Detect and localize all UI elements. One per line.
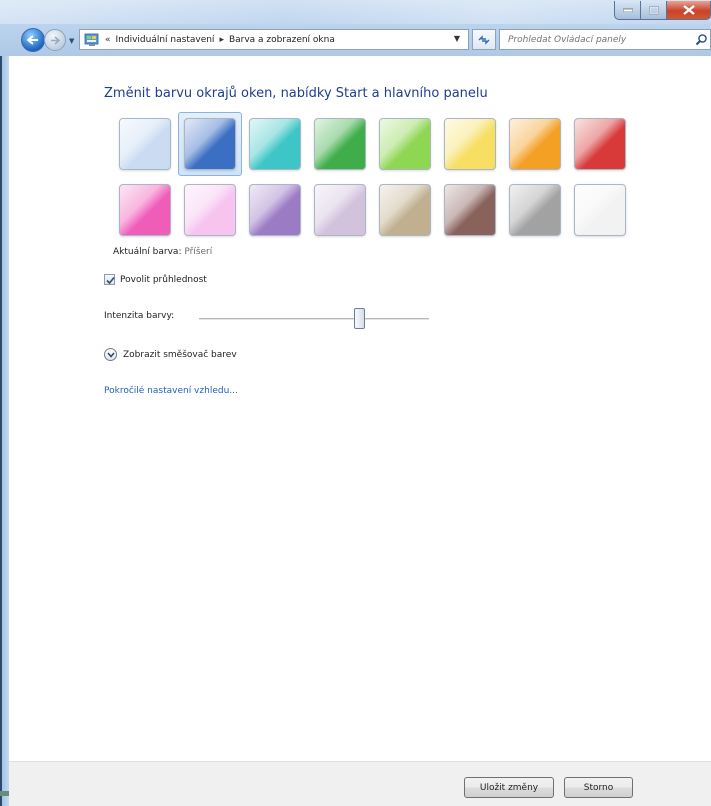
maximize-icon — [648, 5, 659, 15]
intensity-label: Intenzita barvy: — [104, 311, 175, 321]
intensity-slider-thumb[interactable] — [354, 308, 365, 329]
color-swatch-twilight[interactable] — [184, 118, 236, 170]
window-left-border — [0, 56, 9, 806]
minimize-icon — [622, 8, 633, 12]
color-swatch-sea[interactable] — [249, 118, 301, 170]
chevron-down-icon[interactable] — [104, 348, 117, 361]
search-icon[interactable] — [695, 33, 708, 49]
button-bar: Uložit změny Storno — [9, 761, 711, 806]
color-swatch-ruby[interactable] — [574, 118, 626, 170]
save-changes-button[interactable]: Uložit změny — [464, 777, 554, 798]
color-swatch-taupe[interactable] — [379, 184, 431, 236]
current-color-value: Příšerí — [184, 247, 213, 257]
navigation-bar: ▼ « Individuální nastavení ▸ Barva a zob… — [9, 25, 711, 55]
color-mixer-toggle[interactable]: Zobrazit směšovač barev — [104, 348, 237, 361]
color-swatch-blush[interactable] — [184, 184, 236, 236]
forward-button[interactable] — [44, 29, 66, 51]
current-color: Aktuální barva: Příšerí — [113, 247, 212, 257]
back-button[interactable] — [21, 28, 45, 52]
control-panel-icon — [84, 33, 100, 47]
arrow-right-icon — [51, 35, 60, 45]
maximize-button[interactable] — [641, 1, 667, 20]
transparency-label: Povolit průhlednost — [120, 274, 207, 285]
color-swatch-chocolate[interactable] — [444, 184, 496, 236]
title-bar: ▼ « Individuální nastavení ▸ Barva a zob… — [0, 0, 711, 56]
cancel-button[interactable]: Storno — [564, 777, 633, 798]
recent-pages-dropdown[interactable]: ▼ — [69, 37, 74, 45]
address-bar[interactable]: « Individuální nastavení ▸ Barva a zobra… — [79, 29, 469, 50]
transparency-checkbox[interactable] — [104, 274, 115, 285]
search-box[interactable] — [499, 29, 711, 50]
page-title: Změnit barvu okrajů oken, nabídky Start … — [104, 86, 488, 101]
checkmark-icon — [106, 276, 115, 285]
color-swatch-fuchsia[interactable] — [119, 184, 171, 236]
arrow-left-icon — [27, 35, 38, 45]
close-button[interactable] — [667, 1, 711, 20]
color-swatch-pumpkin[interactable] — [509, 118, 561, 170]
address-dropdown-icon[interactable]: ▼ — [454, 34, 460, 43]
color-swatch-violet[interactable] — [249, 184, 301, 236]
transparency-option[interactable]: Povolit průhlednost — [104, 274, 207, 285]
minimize-button[interactable] — [614, 1, 641, 20]
intensity-slider[interactable] — [199, 318, 429, 320]
color-swatch-frost[interactable] — [574, 184, 626, 236]
breadcrumb-window-color[interactable]: Barva a zobrazení okna — [229, 35, 335, 45]
window: ▼ « Individuální nastavení ▸ Barva a zob… — [0, 0, 711, 806]
breadcrumb-overflow[interactable]: « — [105, 35, 111, 45]
breadcrumb-personalization[interactable]: Individuální nastavení — [116, 35, 215, 45]
color-swatch-slate[interactable] — [509, 184, 561, 236]
refresh-button[interactable] — [472, 29, 496, 50]
color-swatch-lemon[interactable] — [444, 118, 496, 170]
color-swatch-lavender[interactable] — [314, 184, 366, 236]
color-swatch-lime[interactable] — [379, 118, 431, 170]
refresh-icon — [478, 34, 490, 45]
content-area: Změnit barvu okrajů oken, nabídky Start … — [9, 56, 711, 761]
close-icon — [682, 5, 695, 15]
color-swatch-leaf[interactable] — [314, 118, 366, 170]
caption-buttons — [614, 1, 711, 21]
advanced-appearance-link[interactable]: Pokročilé nastavení vzhledu... — [104, 386, 238, 396]
current-color-label: Aktuální barva: — [113, 247, 182, 257]
color-swatch-sky[interactable] — [119, 118, 171, 170]
breadcrumb-separator[interactable]: ▸ — [219, 35, 224, 45]
color-mixer-label: Zobrazit směšovač barev — [123, 349, 237, 360]
search-input[interactable] — [508, 34, 693, 45]
